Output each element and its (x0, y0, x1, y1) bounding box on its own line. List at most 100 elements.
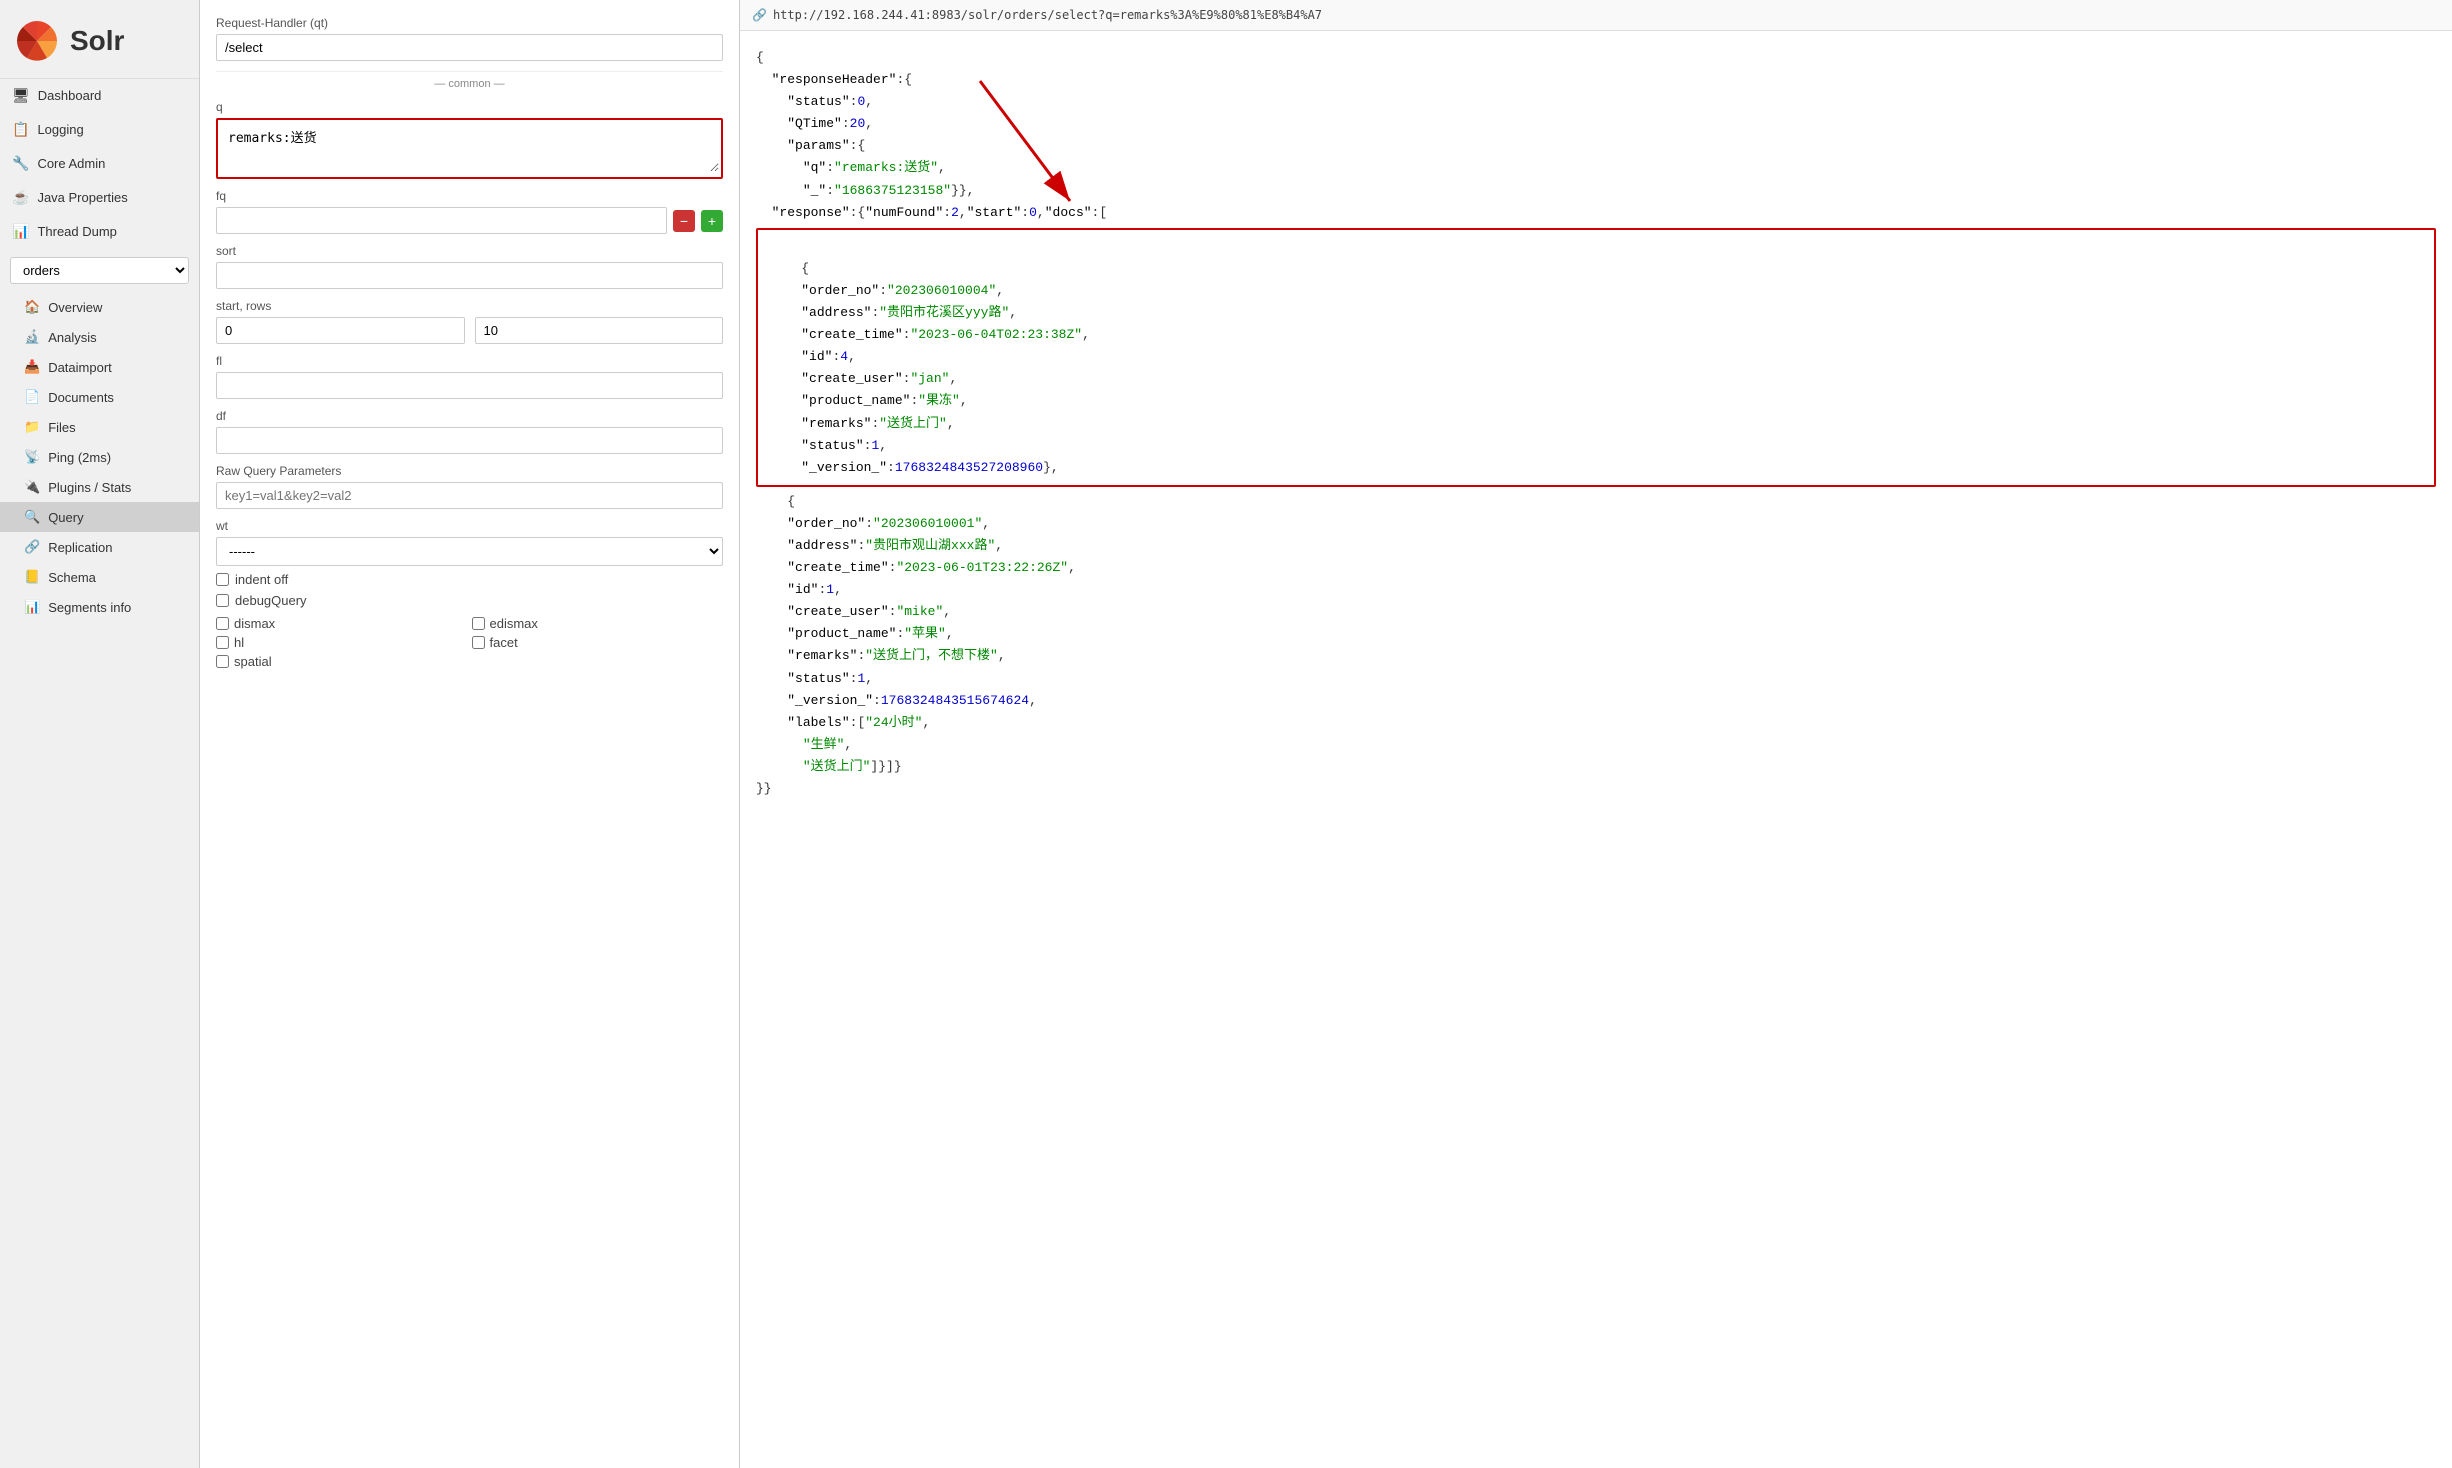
url-icon: 🔗 (752, 8, 767, 22)
q-field-box (216, 118, 723, 179)
analysis-icon: 🔬 (24, 329, 40, 345)
segments-icon: 📊 (24, 599, 40, 615)
sub-nav-item-overview[interactable]: 🏠 Overview (0, 292, 199, 322)
query-icon: 🔍 (24, 509, 40, 525)
nav-item-logging[interactable]: 📋 Logging (0, 113, 199, 147)
nav-item-thread-dump[interactable]: 📊 Thread Dump (0, 215, 199, 249)
handler-input[interactable] (216, 34, 723, 61)
overview-icon: 🏠 (24, 299, 40, 315)
sort-input[interactable] (216, 262, 723, 289)
solr-logo-icon (12, 16, 62, 66)
debug-checkbox[interactable] (216, 594, 229, 607)
hl-label[interactable]: hl (234, 635, 244, 650)
sub-nav-item-replication[interactable]: 🔗 Replication (0, 532, 199, 562)
logging-icon: 📋 (12, 121, 29, 138)
indent-row: indent off (216, 572, 723, 587)
plugins-icon: 🔌 (24, 479, 40, 495)
java-props-icon: ☕ (12, 189, 29, 206)
sub-nav-item-ping[interactable]: 📡 Ping (2ms) (0, 442, 199, 472)
sub-nav-item-analysis[interactable]: 🔬 Analysis (0, 322, 199, 352)
edismax-label[interactable]: edismax (490, 616, 538, 631)
df-input[interactable] (216, 427, 723, 454)
sub-nav-item-segments-info[interactable]: 📊 Segments info (0, 592, 199, 622)
q-input[interactable] (220, 122, 719, 172)
dismax-item: dismax (216, 616, 468, 631)
query-label: Query (48, 510, 83, 525)
hl-checkbox[interactable] (216, 636, 229, 649)
segments-label: Segments info (48, 600, 131, 615)
dashboard-label: Dashboard (38, 88, 102, 103)
sub-nav-item-schema[interactable]: 📒 Schema (0, 562, 199, 592)
sidebar: Solr 🖥 Dashboard 📋 Logging 🔧 Core Admin … (0, 0, 200, 1468)
facet-item: facet (472, 635, 724, 650)
java-props-label: Java Properties (37, 190, 127, 205)
fq-remove-button[interactable]: − (673, 210, 695, 232)
dismax-label[interactable]: dismax (234, 616, 275, 631)
core-selector[interactable]: orders (10, 257, 189, 284)
start-input[interactable] (216, 317, 465, 344)
edismax-checkbox[interactable] (472, 617, 485, 630)
ping-label: Ping (2ms) (48, 450, 111, 465)
dashboard-icon: 🖥 (12, 87, 30, 104)
documents-label: Documents (48, 390, 114, 405)
files-label: Files (48, 420, 75, 435)
thread-dump-icon: 📊 (12, 223, 29, 240)
facet-checkbox[interactable] (472, 636, 485, 649)
df-label: df (216, 409, 723, 423)
fq-add-button[interactable]: + (701, 210, 723, 232)
top-nav: 🖥 Dashboard 📋 Logging 🔧 Core Admin ☕ Jav… (0, 79, 199, 249)
fq-label: fq (216, 189, 723, 203)
spatial-checkbox[interactable] (216, 655, 229, 668)
debug-label[interactable]: debugQuery (235, 593, 307, 608)
nav-item-dashboard[interactable]: 🖥 Dashboard (0, 79, 199, 113)
q-label: q (216, 100, 723, 114)
json-response: { "responseHeader":{ "status":0, "QTime"… (740, 31, 2452, 1468)
files-icon: 📁 (24, 419, 40, 435)
schema-label: Schema (48, 570, 96, 585)
sub-nav-item-files[interactable]: 📁 Files (0, 412, 199, 442)
core-select[interactable]: orders (10, 257, 189, 284)
dataimport-label: Dataimport (48, 360, 112, 375)
sub-nav-item-query[interactable]: 🔍 Query (0, 502, 199, 532)
indent-label[interactable]: indent off (235, 572, 288, 587)
response-panel: 🔗 http://192.168.244.41:8983/solr/orders… (740, 0, 2452, 1468)
sort-label: sort (216, 244, 723, 258)
start-rows-label: start, rows (216, 299, 723, 313)
sub-nav-item-documents[interactable]: 📄 Documents (0, 382, 199, 412)
main-content: Request-Handler (qt) — common — q fq − +… (200, 0, 2452, 1468)
schema-icon: 📒 (24, 569, 40, 585)
spatial-item: spatial (216, 654, 468, 669)
logo-text: Solr (70, 25, 124, 57)
sub-nav: 🏠 Overview 🔬 Analysis 📥 Dataimport 📄 Doc… (0, 292, 199, 622)
url-bar: 🔗 http://192.168.244.41:8983/solr/orders… (740, 0, 2452, 31)
sub-nav-item-plugins-stats[interactable]: 🔌 Plugins / Stats (0, 472, 199, 502)
raw-query-input[interactable] (216, 482, 723, 509)
dataimport-icon: 📥 (24, 359, 40, 375)
documents-icon: 📄 (24, 389, 40, 405)
fq-input[interactable] (216, 207, 667, 234)
rows-input[interactable] (475, 317, 724, 344)
extra-checkboxes: dismax edismax hl facet spatial (216, 616, 723, 669)
spatial-label[interactable]: spatial (234, 654, 272, 669)
debug-row: debugQuery (216, 593, 723, 608)
fl-input[interactable] (216, 372, 723, 399)
logo-area: Solr (0, 0, 199, 79)
logging-label: Logging (37, 122, 83, 137)
dismax-checkbox[interactable] (216, 617, 229, 630)
replication-label: Replication (48, 540, 112, 555)
facet-label[interactable]: facet (490, 635, 518, 650)
ping-icon: 📡 (24, 449, 40, 465)
thread-dump-label: Thread Dump (37, 224, 116, 239)
wt-label: wt (216, 519, 723, 533)
core-admin-label: Core Admin (37, 156, 105, 171)
fl-label: fl (216, 354, 723, 368)
hl-item: hl (216, 635, 468, 650)
core-admin-icon: 🔧 (12, 155, 29, 172)
nav-item-java-properties[interactable]: ☕ Java Properties (0, 181, 199, 215)
url-text: http://192.168.244.41:8983/solr/orders/s… (773, 8, 1322, 22)
wt-select[interactable]: ------ (216, 537, 723, 566)
plugins-label: Plugins / Stats (48, 480, 131, 495)
nav-item-core-admin[interactable]: 🔧 Core Admin (0, 147, 199, 181)
sub-nav-item-dataimport[interactable]: 📥 Dataimport (0, 352, 199, 382)
indent-checkbox[interactable] (216, 573, 229, 586)
